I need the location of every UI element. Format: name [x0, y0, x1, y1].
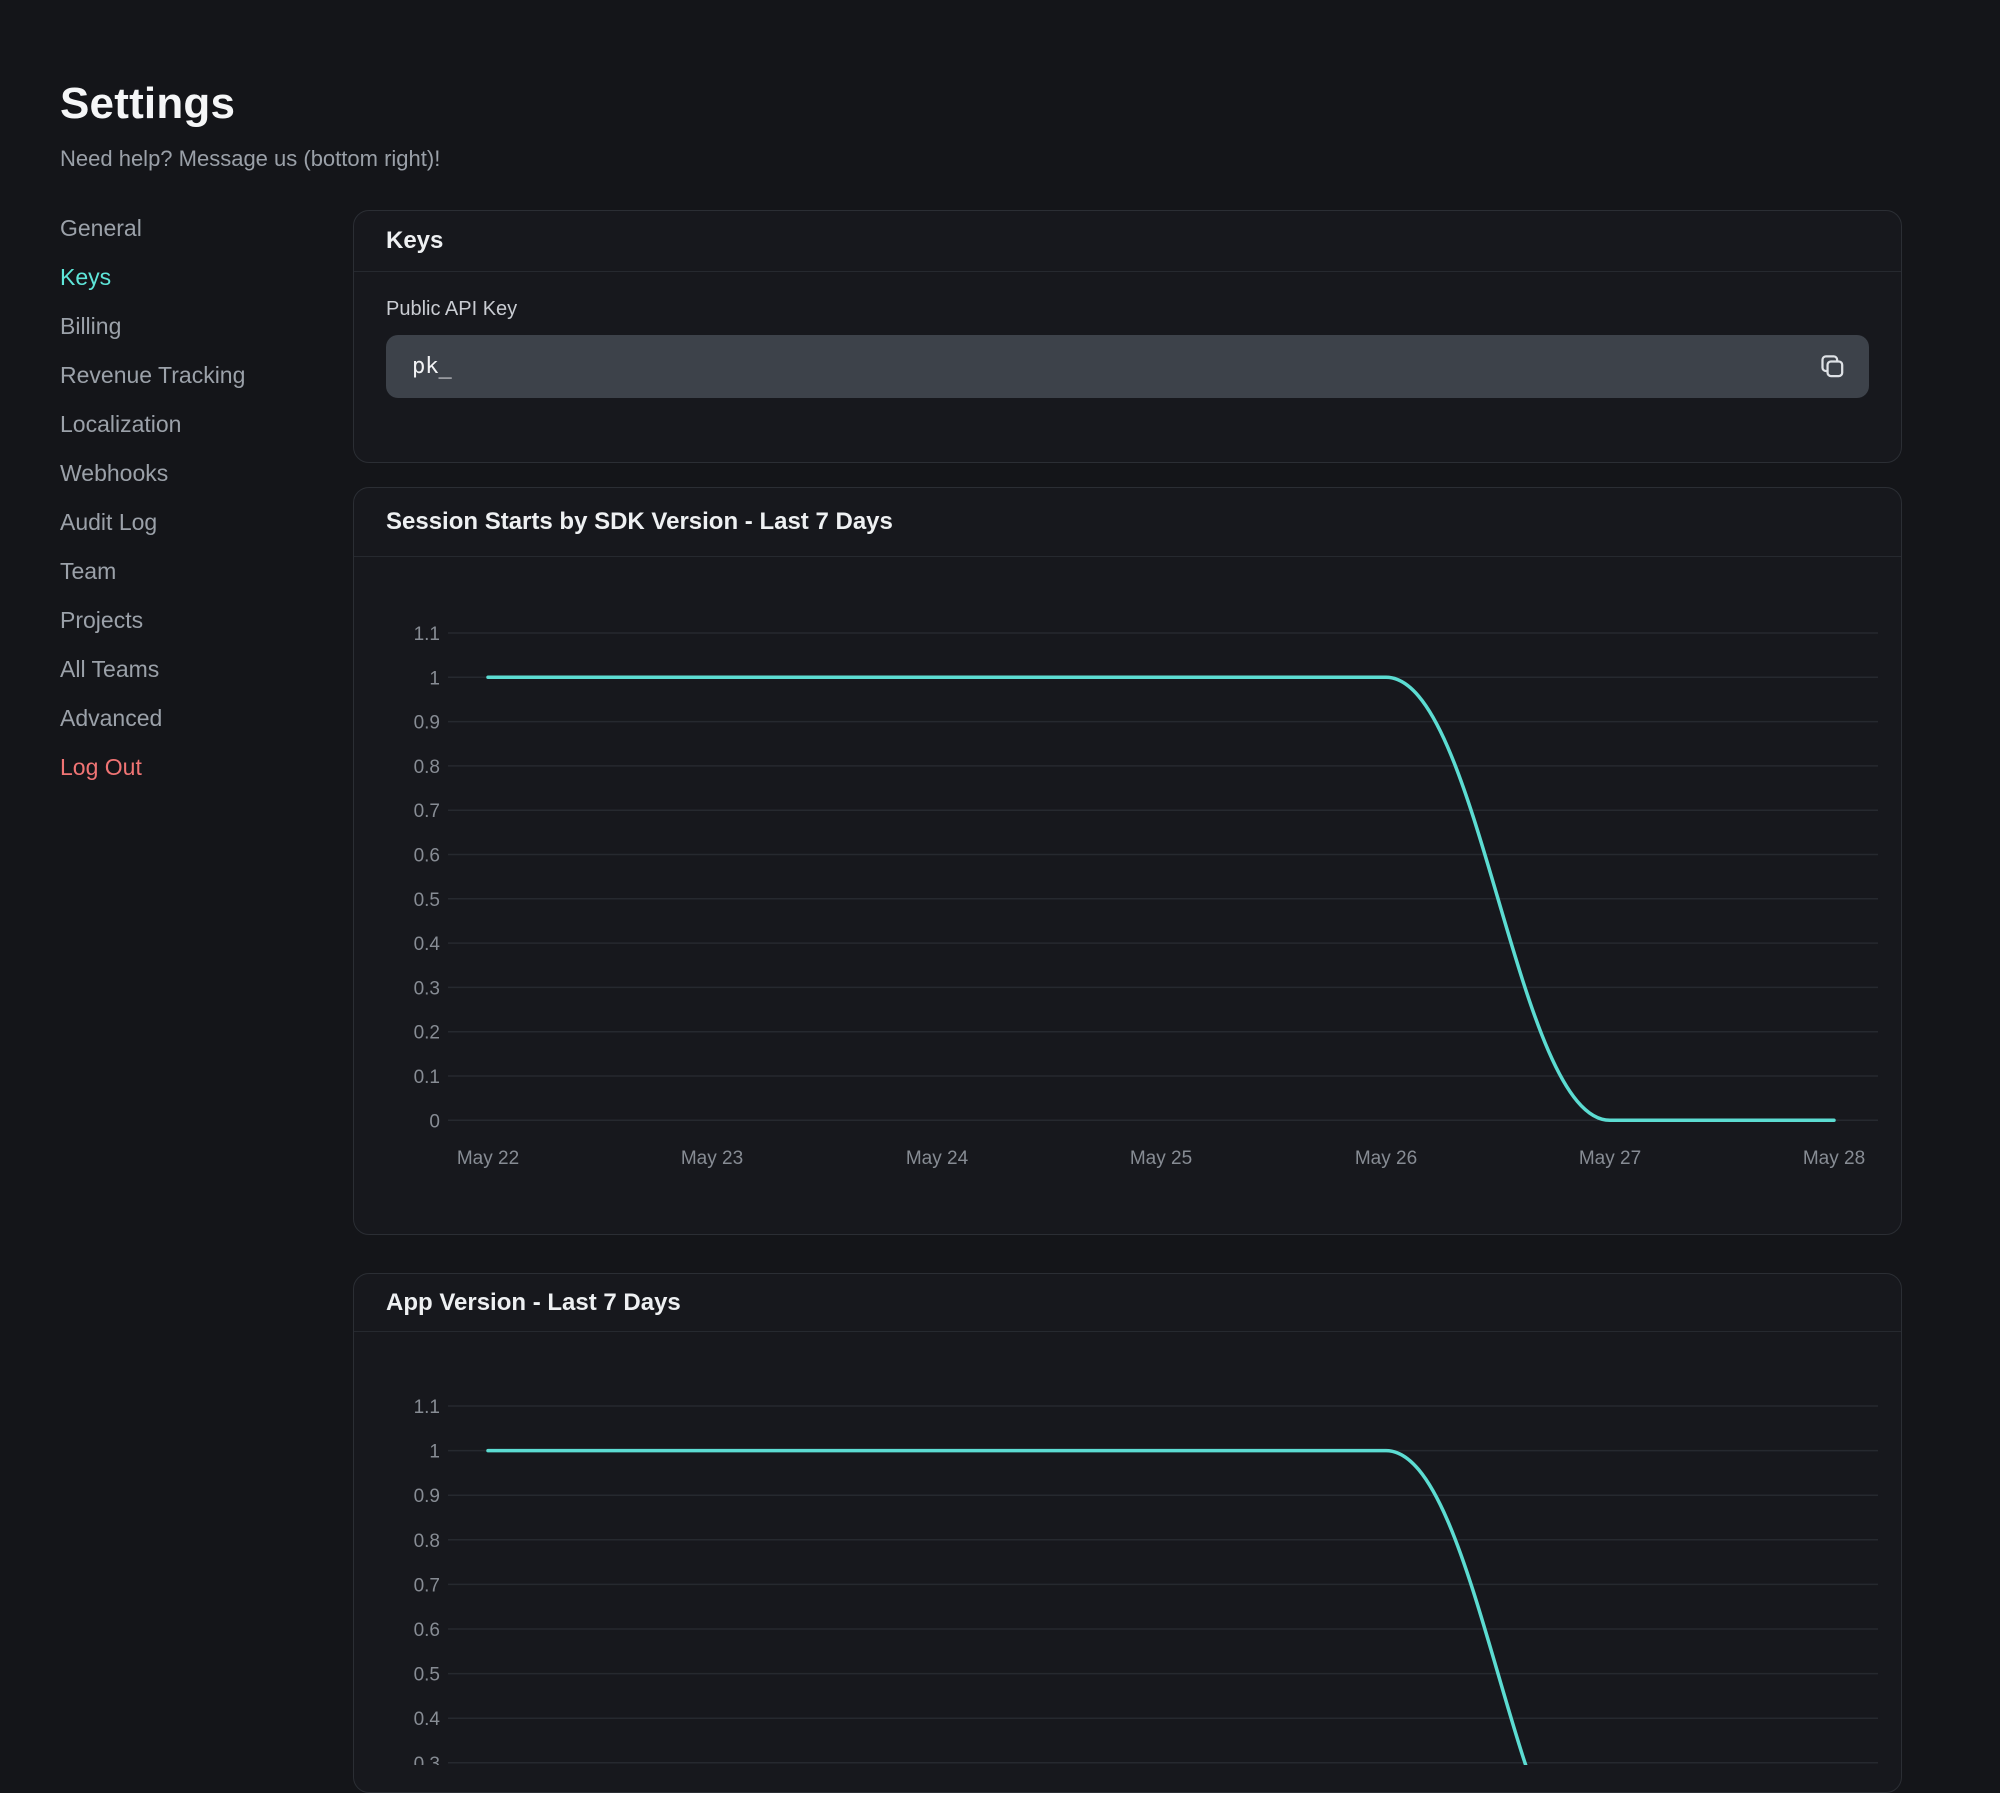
svg-text:0.9: 0.9 [414, 1486, 440, 1507]
svg-text:0.4: 0.4 [414, 1709, 441, 1730]
svg-text:0.6: 0.6 [414, 846, 440, 867]
public-api-key-input[interactable] [386, 335, 1869, 398]
svg-text:1: 1 [429, 668, 440, 689]
app-version-chart-card: App Version - Last 7 Days 1.1 1 0.9 0.8 0.7 0… [353, 1273, 1902, 1793]
sidebar-item-all-teams[interactable]: All Teams [60, 645, 310, 694]
sidebar-item-revenue-tracking[interactable]: Revenue Tracking [60, 351, 310, 400]
svg-text:0.9: 0.9 [414, 713, 440, 734]
svg-text:0.5: 0.5 [414, 1665, 440, 1686]
sidebar-item-team[interactable]: Team [60, 547, 310, 596]
svg-text:0.1: 0.1 [414, 1067, 440, 1088]
sidebar-item-audit-log[interactable]: Audit Log [60, 498, 310, 547]
copy-icon [1818, 353, 1845, 380]
sidebar-item-projects[interactable]: Projects [60, 596, 310, 645]
svg-text:May 26: May 26 [1355, 1148, 1417, 1169]
svg-text:0.6: 0.6 [414, 1620, 440, 1641]
svg-text:1: 1 [429, 1442, 440, 1463]
sdk-version-chart-card: Session Starts by SDK Version - Last 7 D… [353, 487, 1902, 1235]
settings-sidebar: General Keys Billing Revenue Tracking Lo… [60, 204, 310, 792]
sidebar-item-general[interactable]: General [60, 204, 310, 253]
svg-text:0.4: 0.4 [414, 934, 441, 955]
app-version-line-chart: 1.1 1 0.9 0.8 0.7 0.6 0.5 0.4 0.3 [354, 1332, 1901, 1765]
svg-text:May 24: May 24 [906, 1148, 969, 1169]
sidebar-item-log-out[interactable]: Log Out [60, 743, 310, 792]
svg-text:0.3: 0.3 [414, 1754, 440, 1765]
sidebar-item-keys[interactable]: Keys [60, 253, 310, 302]
keys-card: Keys Public API Key [353, 210, 1902, 463]
svg-text:1.1: 1.1 [414, 624, 440, 645]
svg-text:May 22: May 22 [457, 1148, 519, 1169]
public-api-key-label: Public API Key [386, 298, 1869, 321]
sdk-version-line-chart: 1.1 1 0.9 0.8 0.7 0.6 0.5 0.4 0.3 0.2 0.1 0 May 22 Ma… [354, 557, 1901, 1235]
svg-text:May 25: May 25 [1130, 1148, 1192, 1169]
keys-card-title: Keys [354, 211, 1901, 272]
sidebar-item-advanced[interactable]: Advanced [60, 694, 310, 743]
public-api-key-field-wrap [386, 335, 1869, 398]
page-title: Settings [60, 79, 235, 129]
svg-text:0.8: 0.8 [414, 1531, 440, 1552]
copy-api-key-button[interactable] [1809, 345, 1853, 389]
sidebar-item-localization[interactable]: Localization [60, 400, 310, 449]
svg-text:0.5: 0.5 [414, 890, 440, 911]
app-version-chart-title: App Version - Last 7 Days [354, 1274, 1901, 1332]
svg-text:May 23: May 23 [681, 1148, 743, 1169]
svg-text:0: 0 [429, 1111, 440, 1132]
svg-text:0.7: 0.7 [414, 801, 440, 822]
page-subtitle: Need help? Message us (bottom right)! [60, 146, 440, 172]
svg-text:0.8: 0.8 [414, 757, 440, 778]
svg-text:May 28: May 28 [1803, 1148, 1865, 1169]
sdk-version-chart-title: Session Starts by SDK Version - Last 7 D… [354, 488, 1901, 557]
svg-text:0.7: 0.7 [414, 1575, 440, 1596]
svg-text:0.3: 0.3 [414, 978, 440, 999]
svg-text:May 27: May 27 [1579, 1148, 1641, 1169]
sidebar-item-billing[interactable]: Billing [60, 302, 310, 351]
sidebar-item-webhooks[interactable]: Webhooks [60, 449, 310, 498]
svg-text:1.1: 1.1 [414, 1397, 440, 1418]
svg-text:0.2: 0.2 [414, 1023, 440, 1044]
